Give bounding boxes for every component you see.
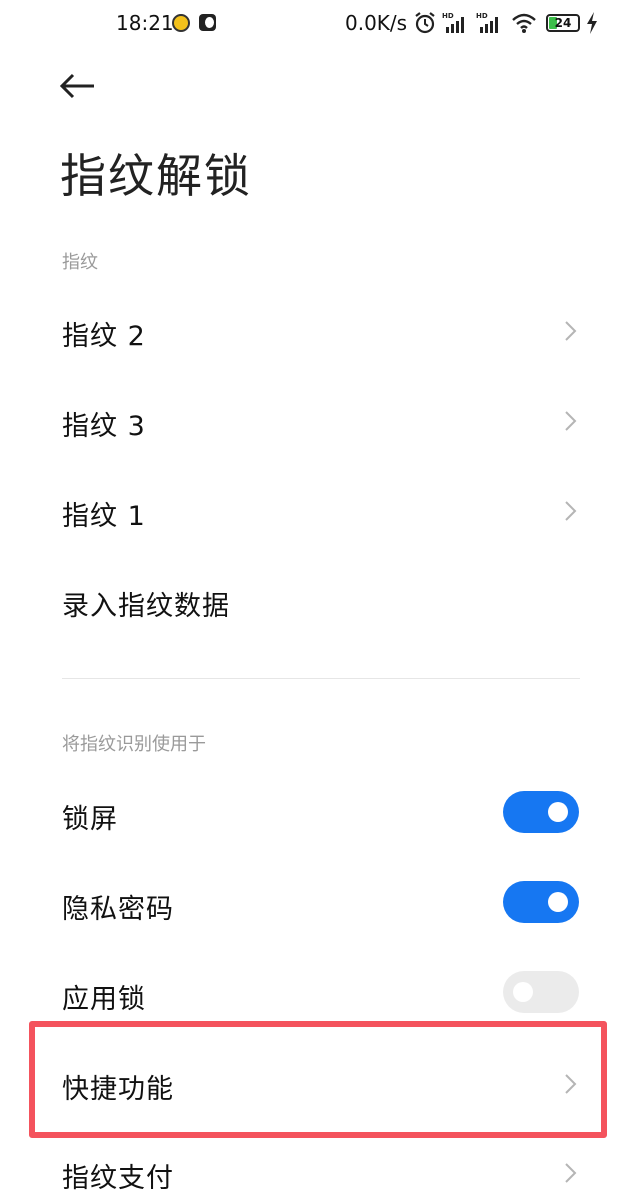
battery-icon: 24 [546,14,580,32]
app-notification-icon [172,14,190,32]
status-time: 18:21 [116,11,174,35]
setting-label: 指纹支付 [62,1163,174,1194]
fingerprint-item[interactable]: 指纹 3 [0,376,640,466]
setting-label: 锁屏 [62,804,118,835]
fingerprint-item-label: 指纹 3 [62,411,146,442]
status-bar: 18:21 0.0K/s HD HD 24 [0,0,640,48]
section-divider [62,678,580,679]
signal-hd-icon: HD [442,12,464,33]
toggle-knob [513,982,533,1002]
alarm-icon [415,12,435,34]
toggle-knob [548,802,568,822]
fingerprint-item[interactable]: 指纹 1 [0,466,640,556]
back-arrow-icon [59,73,94,99]
network-speed: 0.0K/s [345,11,408,35]
charging-icon [587,12,597,34]
privacy-password-toggle[interactable] [503,881,579,923]
section-label-fingerprints: 指纹 [62,252,98,273]
fingerprint-item-label: 指纹 1 [62,501,146,532]
back-button[interactable] [56,64,100,108]
section-label-usage: 将指纹识别使用于 [62,734,206,755]
moon-icon [199,14,216,31]
highlight-annotation-box [29,1021,607,1138]
lock-screen-toggle[interactable] [503,791,579,833]
signal-hd-icon: HD [476,12,498,33]
svg-text:HD: HD [442,12,454,20]
setting-label: 应用锁 [62,984,146,1015]
page-title: 指纹解锁 [60,149,252,203]
chevron-right-icon [565,411,577,431]
setting-privacy-password[interactable]: 隐私密码 [0,859,640,949]
chevron-right-icon [565,321,577,341]
add-fingerprint-button[interactable]: 录入指纹数据 [0,556,640,646]
chevron-right-icon [565,501,577,521]
fingerprint-item-label: 指纹 2 [62,321,146,352]
setting-label: 隐私密码 [62,894,174,925]
add-fingerprint-label: 录入指纹数据 [62,591,230,622]
setting-fingerprint-payment[interactable]: 指纹支付 [0,1128,640,1196]
toggle-knob [548,892,568,912]
fingerprint-unlock-screen: 18:21 0.0K/s HD HD 24 指纹解锁 指纹 指纹 2 指纹 3 … [0,0,640,1196]
svg-text:HD: HD [476,12,488,20]
fingerprint-item[interactable]: 指纹 2 [0,286,640,376]
wifi-icon [512,13,536,33]
chevron-right-icon [565,1163,577,1183]
app-lock-toggle[interactable] [503,971,579,1013]
battery-level: 24 [554,16,572,30]
setting-lock-screen[interactable]: 锁屏 [0,769,640,859]
